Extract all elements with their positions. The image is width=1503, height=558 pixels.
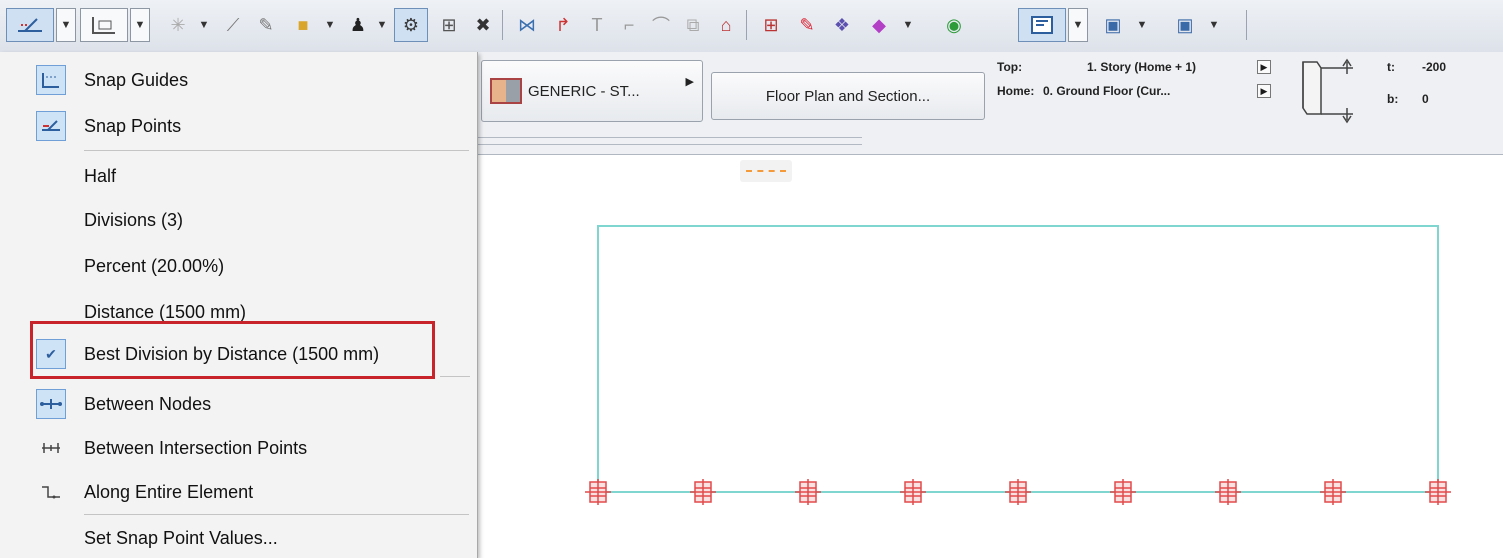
snap-points-icon [36, 111, 66, 141]
menu-item-label: Snap Points [84, 115, 182, 136]
triangle-right-icon: ▶ [685, 76, 694, 88]
menu-item-label: Percent (20.00%) [84, 255, 225, 276]
t-value-field[interactable]: -200 [1422, 60, 1446, 74]
composite-label: GENERIC - ST... [528, 82, 640, 100]
floor-plan-section-button[interactable]: Floor Plan and Section... [711, 72, 985, 120]
menu-item-percent[interactable]: Percent (20.00%) [0, 246, 477, 286]
menu-item-between-nodes[interactable]: Between Nodes [0, 384, 477, 424]
top-story-value: 1. Story (Home + 1) [1087, 60, 1197, 74]
home-story-arrow-icon[interactable]: ▶ [1257, 84, 1271, 98]
radio-icon[interactable]: ◉ [938, 8, 970, 42]
snap-points-icon[interactable] [6, 8, 54, 42]
chevron-down-icon[interactable]: ▼ [374, 8, 390, 42]
menu-item-label: Between Intersection Points [84, 437, 308, 458]
menu-item-between-intersections[interactable]: Between Intersection Points [0, 428, 477, 468]
composite-selector-button[interactable]: GENERIC - ST... ▶ [481, 60, 703, 122]
corner-icon[interactable]: ⌐ [614, 8, 644, 42]
composite-swatch-icon [490, 78, 522, 104]
menu-item-label: Divisions (3) [84, 209, 184, 230]
separator [1246, 10, 1247, 40]
home-story-value: 0. Ground Floor (Cur... [1043, 84, 1171, 98]
menu-item-label: Along Entire Element [84, 481, 254, 502]
b-key: b: [1387, 92, 1399, 106]
menu-item-snap-points[interactable]: Snap Points [0, 106, 477, 146]
chevron-down-icon[interactable]: ▼ [900, 8, 916, 42]
wall-height-icon [1289, 56, 1379, 126]
menu-item-divisions[interactable]: Divisions (3) [0, 200, 477, 240]
arc-icon[interactable]: ⌒ [646, 8, 676, 42]
view-icon[interactable] [1018, 8, 1066, 42]
menu-separator [84, 150, 469, 151]
menu-item-label: Distance (1500 mm) [84, 301, 247, 322]
window-icon[interactable]: ▣ [1168, 8, 1202, 42]
grid-icon[interactable]: ⊞ [432, 8, 466, 42]
menu-separator [84, 514, 469, 515]
chevron-down-icon[interactable]: ▼ [1068, 8, 1088, 42]
pencil-icon[interactable]: ✎ [252, 8, 280, 42]
chevron-down-icon[interactable]: ▼ [1134, 8, 1150, 42]
drawing-canvas[interactable] [477, 155, 1503, 558]
between-intersections-icon [36, 433, 66, 463]
chevron-down-icon[interactable]: ▼ [56, 8, 76, 42]
info-box: GENERIC - ST... ▶ Floor Plan and Section… [477, 52, 1503, 155]
t-key: t: [1387, 60, 1395, 74]
dashed-line-marker [740, 160, 792, 182]
camera-icon[interactable]: ▣ [1096, 8, 1130, 42]
menu-item-label: Between Nodes [84, 393, 212, 414]
chevron-down-icon[interactable]: ▼ [130, 8, 150, 42]
snap-guides-icon[interactable] [80, 8, 128, 42]
separator [746, 10, 747, 40]
floorplan-icon[interactable]: ⊞ [754, 8, 788, 42]
line-icon[interactable]: ⟋ [216, 8, 250, 42]
snap-points-menu: Snap Guides Snap Points Half Divisions (… [0, 52, 478, 558]
menu-separator [440, 376, 470, 377]
home-story-key: Home: [997, 84, 1035, 98]
toolbar: ▼ ▼ ✳ ▼ ⟋ ✎ ■ ▼ ♟ ▼ ⚙ ⊞ ✖ ⋈ ↱ T ⌐ ⌒ ⧉ ⌂ … [0, 0, 1503, 53]
menu-item-label: Snap Guides [84, 69, 189, 90]
chevron-down-icon[interactable]: ▼ [322, 8, 338, 42]
figure-icon[interactable]: ♟ [344, 8, 372, 42]
top-story-key: Top: [997, 60, 1023, 74]
between-nodes-icon [36, 389, 66, 419]
along-element-icon [36, 477, 66, 507]
chevron-down-icon[interactable]: ▼ [1206, 8, 1222, 42]
menu-item-label: Half [84, 165, 117, 186]
snap-guides-icon [36, 65, 66, 95]
menu-item-along-element[interactable]: Along Entire Element [0, 472, 477, 512]
paint-icon[interactable]: ◆ [862, 8, 896, 42]
menu-item-set-snap-values[interactable]: Set Snap Point Values... [0, 518, 477, 558]
top-story-arrow-icon[interactable]: ▶ [1257, 60, 1271, 74]
layers-icon[interactable]: ⧉ [678, 8, 708, 42]
cube-icon[interactable]: ■ [286, 8, 320, 42]
brush-icon[interactable]: ✎ [792, 8, 822, 42]
asterisk-icon[interactable]: ✳ [162, 8, 194, 42]
align-icon[interactable]: ⋈ [510, 8, 544, 42]
highlight-box [30, 321, 435, 379]
b-value-field[interactable]: 0 [1422, 92, 1429, 106]
menu-item-label: Set Snap Point Values... [84, 527, 278, 548]
chevron-down-icon[interactable]: ▼ [196, 8, 212, 42]
text-icon[interactable]: T [582, 8, 612, 42]
cross-icon[interactable]: ✖ [468, 8, 498, 42]
shapes-icon[interactable]: ❖ [826, 8, 858, 42]
house-icon[interactable]: ⌂ [710, 8, 742, 42]
trace-icon[interactable]: ⚙ [394, 8, 428, 42]
floor-plan-label: Floor Plan and Section... [765, 87, 931, 105]
arrow-icon[interactable]: ↱ [548, 8, 578, 42]
separator [502, 10, 503, 40]
info-box-divider [477, 137, 862, 145]
menu-item-snap-guides[interactable]: Snap Guides [0, 60, 477, 100]
menu-item-half[interactable]: Half [0, 156, 477, 196]
